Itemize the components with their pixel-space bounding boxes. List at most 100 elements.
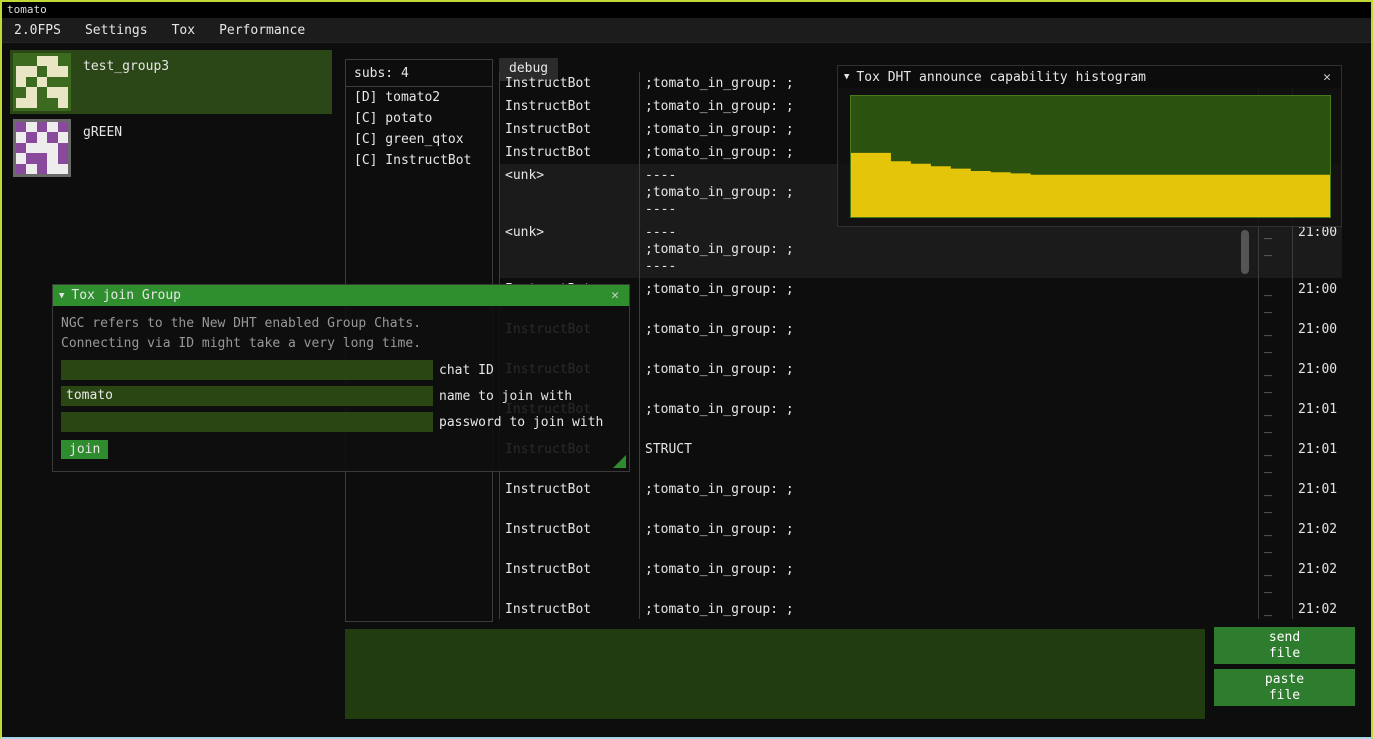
menubar-item[interactable]: 2.0FPS [2,18,73,42]
group-name: test_group3 [83,59,169,111]
collapse-arrow-icon[interactable]: ▼ [59,291,64,301]
chat-message-text: ;tomato_in_group: ; [640,558,1259,598]
join-field-input[interactable] [61,360,433,380]
chat-timestamp: 21:00 [1293,221,1342,278]
group-list-item[interactable]: test_group3 [10,50,332,114]
group-list: test_group3 gREEN [10,50,332,180]
chat-delivery-status: _ _ [1259,221,1293,278]
menubar-item-label: Tox [172,23,195,38]
chat-author: InstructBot [500,118,640,141]
join-group-titlebar[interactable]: ▼ Tox join Group ✕ [53,285,629,306]
send-file-button[interactable]: send file [1214,627,1355,664]
join-group-window: ▼ Tox join Group ✕ NGC refers to the New… [52,284,630,472]
join-field-label: name to join with [439,389,572,404]
chat-message-text: ;tomato_in_group: ; [640,598,1259,619]
join-field-input[interactable] [61,412,433,432]
subs-list-item[interactable]: [D] tomato2 [346,87,492,108]
menubar-item[interactable]: Tox [160,18,207,42]
chat-timestamp: 21:02 [1293,598,1342,619]
chat-timestamp: 21:00 [1293,318,1342,358]
window-titlebar[interactable]: tomato [2,2,1371,18]
chat-row[interactable]: InstructBot ;tomato_in_group: ; _ _ 21:0… [500,598,1342,619]
dht-histogram-titlebar[interactable]: ▼ Tox DHT announce capability histogram … [838,66,1341,88]
chat-message-text: ;tomato_in_group: ; [640,478,1259,518]
chat-author: InstructBot [500,558,640,598]
resize-grip-icon[interactable] [613,455,626,468]
group-avatar [13,53,71,111]
chat-delivery-status: _ _ [1259,518,1293,558]
chat-delivery-status: _ _ [1259,358,1293,398]
chat-author: <unk> [500,221,640,278]
close-icon[interactable]: ✕ [607,288,623,303]
subs-item-label: [C] InstructBot [354,153,471,168]
join-group-fields: chat ID tomato name to join with passwor… [61,360,621,432]
collapse-arrow-icon[interactable]: ▼ [844,72,849,82]
chat-author: InstructBot [500,72,640,95]
menubar-item[interactable]: Performance [207,18,317,42]
chat-timestamp: 21:01 [1293,438,1342,478]
chat-row[interactable]: InstructBot ;tomato_in_group: ; _ _ 21:0… [500,518,1342,558]
menubar-item-label: Settings [85,23,148,38]
subs-list-item[interactable]: [C] potato [346,108,492,129]
chat-row[interactable]: InstructBot ;tomato_in_group: ; _ _ 21:0… [500,558,1342,598]
paste-file-button[interactable]: paste file [1214,669,1355,706]
close-icon[interactable]: ✕ [1319,70,1335,85]
menubar-item-label: Performance [219,23,305,38]
subs-item-label: [C] potato [354,111,432,126]
group-name: gREEN [83,125,122,177]
chat-row[interactable]: <unk> ---- ;tomato_in_group: ; ---- _ _ … [500,221,1342,278]
menubar: 2.0FPS Settings Tox Performance [2,18,1371,43]
join-button[interactable]: join [61,440,108,459]
chat-timestamp: 21:00 [1293,278,1342,318]
join-field-label: chat ID [439,363,494,378]
subs-list-item[interactable]: [C] InstructBot [346,150,492,171]
join-field-input[interactable]: tomato [61,386,433,406]
message-input[interactable] [345,629,1205,719]
group-avatar [13,119,71,177]
chat-row[interactable]: InstructBot ;tomato_in_group: ; _ _ 21:0… [500,478,1342,518]
join-field-row: tomato name to join with [61,386,621,406]
chat-message-text: ;tomato_in_group: ; [640,518,1259,558]
chat-delivery-status: _ _ [1259,438,1293,478]
menubar-item[interactable]: Settings [73,18,160,42]
group-list-item[interactable]: gREEN [10,116,332,180]
chat-author: <unk> [500,164,640,221]
chat-message-text: ;tomato_in_group: ; [640,318,1259,358]
chat-timestamp: 21:01 [1293,398,1342,438]
chat-delivery-status: _ _ [1259,318,1293,358]
dht-histogram-plot [850,95,1331,218]
chat-author: InstructBot [500,95,640,118]
join-group-description: NGC refers to the New DHT enabled Group … [61,314,621,354]
join-group-title: Tox join Group [71,288,600,303]
chat-timestamp: 21:02 [1293,518,1342,558]
chat-author: InstructBot [500,141,640,164]
subs-list: [D] tomato2 [C] potato [C] green_qtox [C… [346,87,492,171]
histogram-plot-svg [851,96,1330,217]
chat-scrollbar-thumb[interactable] [1241,230,1249,274]
app-window: tomato 2.0FPS Settings Tox Performance t… [0,0,1373,739]
chat-timestamp: 21:02 [1293,558,1342,598]
subs-header: subs: 4 [346,60,492,87]
subs-list-item[interactable]: [C] green_qtox [346,129,492,150]
chat-delivery-status: _ _ [1259,278,1293,318]
chat-message-text: ;tomato_in_group: ; [640,398,1259,438]
dht-histogram-title: Tox DHT announce capability histogram [856,70,1312,85]
menubar-item-label: 2.0FPS [14,23,61,38]
chat-message-text: ---- ;tomato_in_group: ; ---- [640,221,1259,278]
dht-histogram-window: ▼ Tox DHT announce capability histogram … [837,65,1342,227]
chat-timestamp: 21:00 [1293,358,1342,398]
join-field-row: password to join with [61,412,621,432]
chat-author: InstructBot [500,598,640,619]
chat-message-text: ;tomato_in_group: ; [640,358,1259,398]
join-group-body: NGC refers to the New DHT enabled Group … [53,306,629,467]
join-field-label: password to join with [439,415,603,430]
chat-author: InstructBot [500,478,640,518]
join-field-row: chat ID [61,360,621,380]
chat-delivery-status: _ _ [1259,398,1293,438]
chat-message-text: STRUCT [640,438,1259,478]
chat-delivery-status: _ _ [1259,478,1293,518]
subs-item-label: [D] tomato2 [354,90,440,105]
subs-item-label: [C] green_qtox [354,132,464,147]
chat-message-text: ;tomato_in_group: ; [640,278,1259,318]
chat-author: InstructBot [500,518,640,558]
